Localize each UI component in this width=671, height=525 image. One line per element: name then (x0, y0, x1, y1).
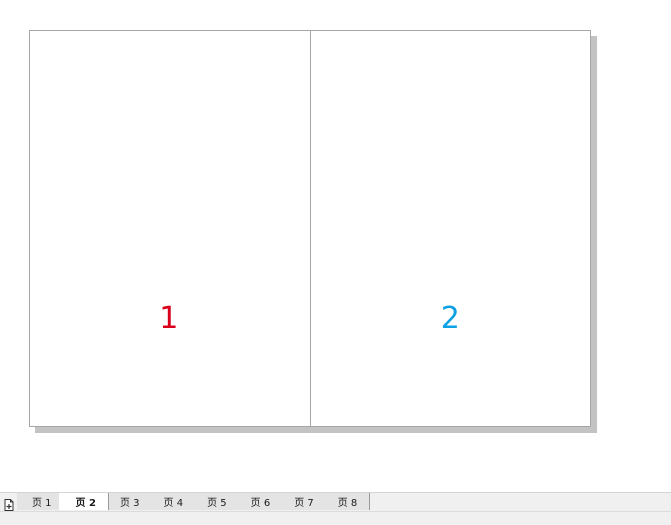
page-tabs: 页 1 页 2 页 3 页 4 页 5 页 6 页 7 页 8 (17, 493, 371, 511)
tab-label: 页 4 (163, 498, 184, 509)
tab-label: 页 5 (207, 498, 227, 509)
tab-page-2[interactable]: 页 2 (58, 493, 109, 510)
document-canvas[interactable]: 1 2 (0, 0, 671, 492)
tab-label: 页 2 (75, 498, 96, 509)
tab-label: 页 7 (294, 498, 314, 509)
right-page[interactable]: 2 (309, 31, 591, 426)
add-page-icon[interactable] (3, 496, 15, 511)
tab-label: 页 8 (337, 498, 358, 509)
page-number-right: 2 (440, 301, 460, 336)
page-tab-bar: 页 1 页 2 页 3 页 4 页 5 页 6 页 7 页 8 (0, 492, 671, 511)
tab-page-4[interactable]: 页 4 (146, 493, 197, 510)
status-bar (0, 511, 671, 525)
tab-page-3[interactable]: 页 3 (103, 493, 153, 510)
tab-page-1[interactable]: 页 1 (17, 493, 65, 510)
tab-label: 页 3 (120, 498, 140, 509)
tab-page-7[interactable]: 页 7 (277, 493, 327, 510)
tab-label: 页 1 (32, 498, 52, 509)
tab-label: 页 6 (250, 498, 271, 509)
page-number-left: 1 (159, 301, 179, 336)
left-page[interactable]: 1 (30, 31, 310, 426)
page-spread[interactable]: 1 2 (29, 30, 591, 427)
tab-page-5[interactable]: 页 5 (190, 493, 240, 510)
tab-page-8[interactable]: 页 8 (320, 493, 371, 510)
tab-page-6[interactable]: 页 6 (233, 493, 284, 510)
